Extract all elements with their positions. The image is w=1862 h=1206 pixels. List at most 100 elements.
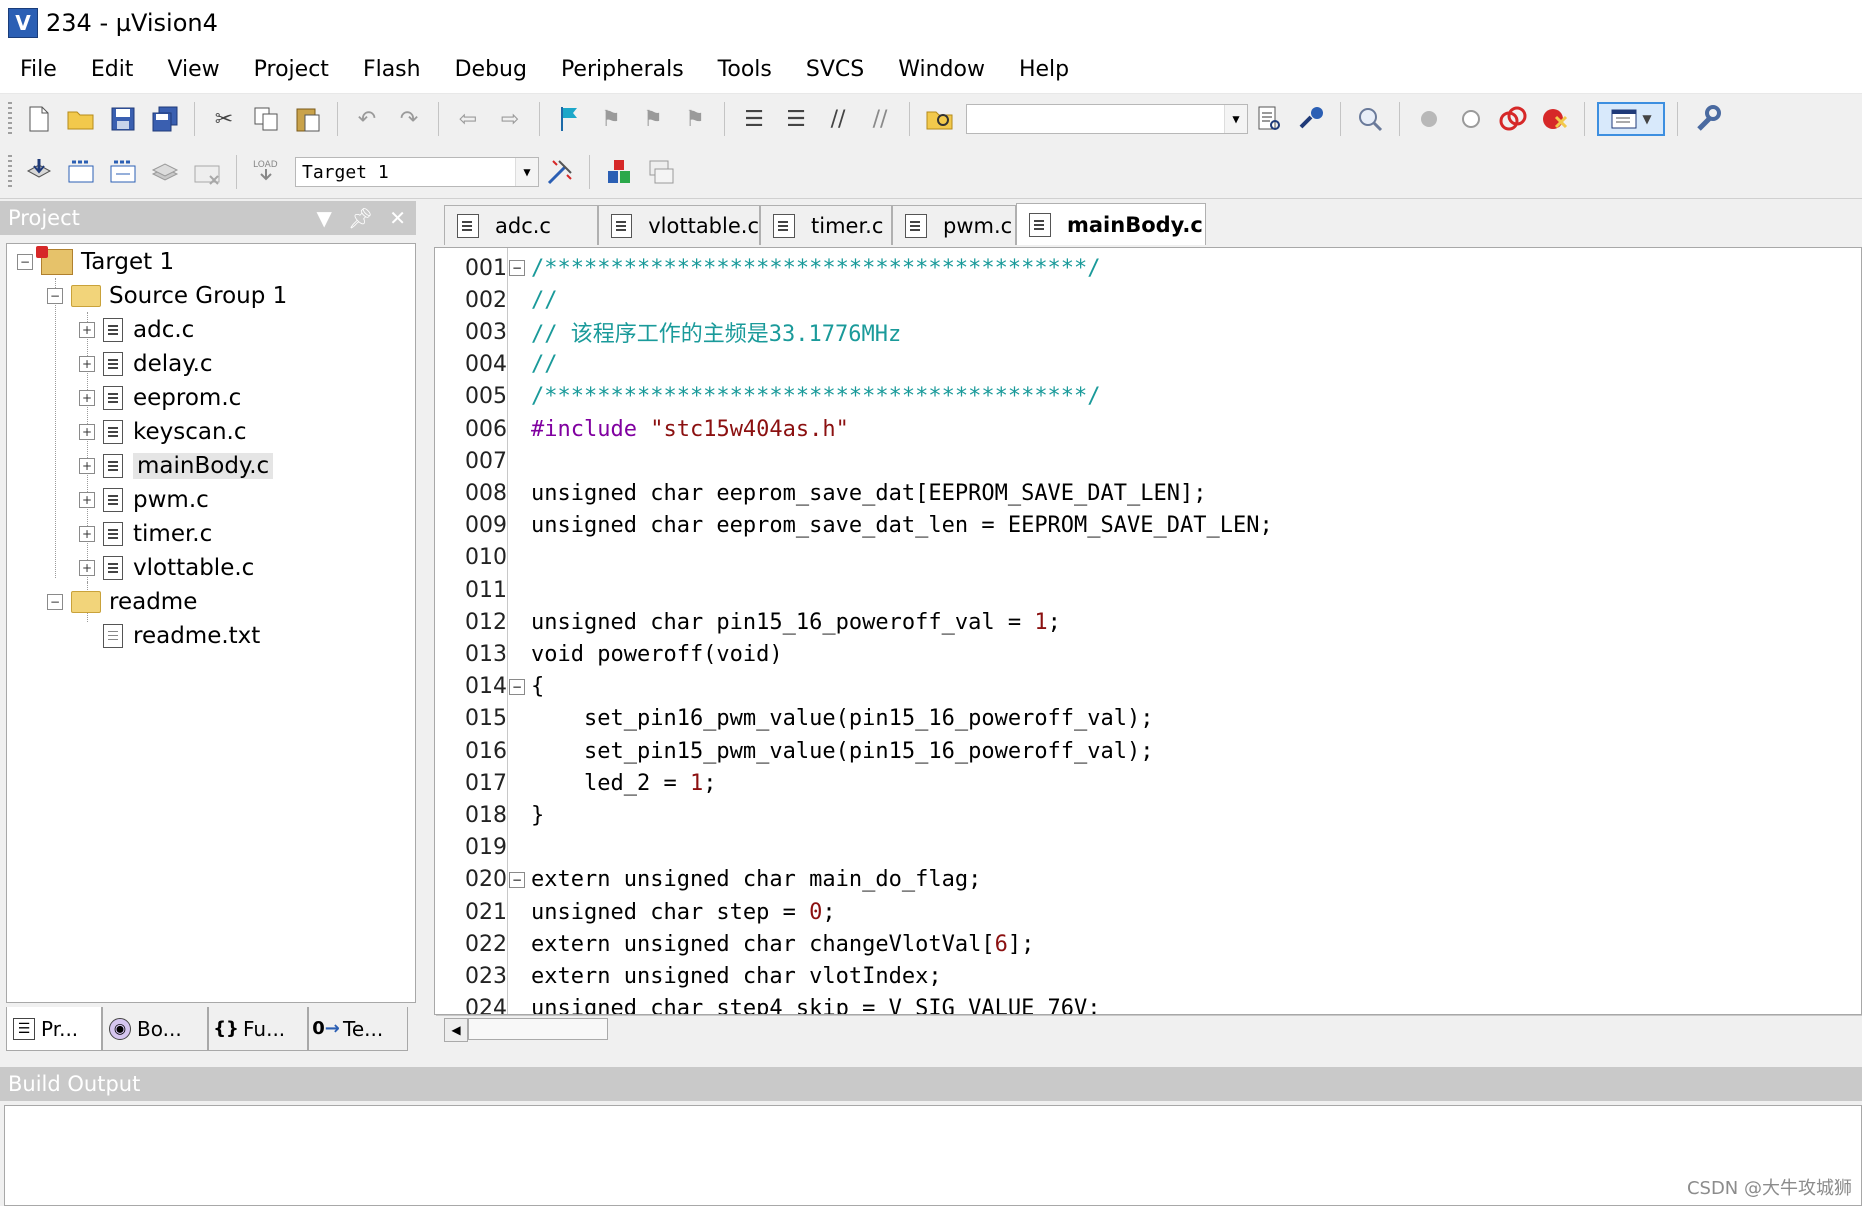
code-line[interactable]: 002 // [435, 284, 1855, 316]
scroll-left-icon[interactable]: ◀ [444, 1018, 468, 1042]
fold-collapse-icon[interactable]: − [509, 260, 525, 276]
tree-item-file[interactable]: + eeprom.c [79, 380, 241, 416]
code-line[interactable]: 013 void poweroff(void) [435, 638, 1855, 670]
tab-timer-c[interactable]: timer.c [760, 205, 892, 245]
code-line[interactable]: 023 extern unsigned char vlotIndex; [435, 960, 1855, 992]
tree-item-file[interactable]: + pwm.c [79, 482, 209, 518]
uncomment-selection-icon[interactable]: // [863, 102, 897, 136]
code-line[interactable]: 005 /************************************… [435, 381, 1855, 413]
tree-item-file[interactable]: + timer.c [79, 516, 212, 552]
find-combo[interactable]: ▼ [966, 104, 1248, 134]
build-output-area[interactable] [4, 1105, 1862, 1206]
menu-edit[interactable]: Edit [77, 57, 148, 82]
tree-item-source-group[interactable]: − Source Group 1 [47, 278, 287, 314]
chevron-down-icon[interactable]: ▼ [1224, 105, 1247, 133]
chevron-down-icon[interactable]: ▼ [515, 158, 538, 186]
code-line[interactable]: 017 led_2 = 1; [435, 767, 1855, 799]
menu-debug[interactable]: Debug [441, 57, 541, 82]
menu-tools[interactable]: Tools [704, 57, 786, 82]
configure-wrench-icon[interactable] [1690, 102, 1724, 136]
redo-icon[interactable]: ↷ [392, 102, 426, 136]
manage-components-icon[interactable] [602, 155, 636, 189]
target-options-icon[interactable] [543, 155, 577, 189]
clear-bookmarks-icon[interactable]: ⚑ [678, 102, 712, 136]
menu-window[interactable]: Window [884, 57, 999, 82]
chevron-down-icon[interactable]: ▼ [316, 206, 331, 230]
debug-session-icon[interactable] [1294, 102, 1328, 136]
menu-help[interactable]: Help [1005, 57, 1083, 82]
code-line[interactable]: 003 // 该程序工作的主频是33.1776MHz [435, 316, 1855, 348]
file-extensions-icon[interactable] [644, 155, 678, 189]
indent-icon[interactable]: ☰ [737, 102, 771, 136]
collapse-icon[interactable]: − [47, 594, 63, 610]
fold-collapse-icon[interactable]: − [509, 678, 525, 695]
tree-item-file[interactable]: + keyscan.c [79, 414, 247, 450]
translate-icon[interactable] [22, 155, 56, 189]
tab-mainbody-c[interactable]: mainBody.c [1016, 203, 1206, 245]
code-line[interactable]: 009 unsigned char eeprom_save_dat_len = E… [435, 510, 1855, 542]
copy-icon[interactable] [249, 102, 283, 136]
menu-project[interactable]: Project [240, 57, 343, 82]
tab-books[interactable]: ◉ Bo... [102, 1007, 208, 1051]
collapse-icon[interactable]: − [47, 288, 63, 304]
code-line[interactable]: 008 unsigned char eeprom_save_dat[EEPROM_… [435, 477, 1855, 509]
menu-file[interactable]: File [6, 57, 71, 82]
tab-adc-c[interactable]: adc.c [444, 205, 598, 245]
find-in-files-icon[interactable] [922, 102, 956, 136]
expand-icon[interactable]: + [79, 356, 95, 372]
expand-icon[interactable]: + [79, 390, 95, 406]
navigate-forward-icon[interactable]: ⇨ [493, 102, 527, 136]
code-line[interactable]: 022 extern unsigned char changeVlotVal[6]… [435, 928, 1855, 960]
code-line[interactable]: 004 // [435, 349, 1855, 381]
build-icon[interactable] [64, 155, 98, 189]
tree-item-file[interactable]: readme.txt [103, 618, 260, 654]
expand-icon[interactable]: + [79, 526, 95, 542]
tab-project[interactable]: ☰ Pr... [6, 1007, 102, 1051]
comment-selection-icon[interactable]: // [821, 102, 855, 136]
code-line[interactable]: 020− extern unsigned char main_do_flag; [435, 864, 1855, 896]
batch-build-icon[interactable] [148, 155, 182, 189]
previous-bookmark-icon[interactable]: ⚑ [594, 102, 628, 136]
code-line[interactable]: 006 #include "stc15w404as.h" [435, 413, 1855, 445]
menu-flash[interactable]: Flash [349, 57, 435, 82]
tab-pwm-c[interactable]: pwm.c [892, 205, 1016, 245]
code-line[interactable]: 016 set_pin15_pwm_value(pin15_16_powerof… [435, 735, 1855, 767]
next-bookmark-icon[interactable]: ⚑ [636, 102, 670, 136]
paste-icon[interactable] [291, 102, 325, 136]
new-file-icon[interactable] [22, 102, 56, 136]
target-select[interactable]: Target 1 ▼ [295, 157, 539, 187]
navigate-back-icon[interactable]: ⇦ [451, 102, 485, 136]
code-line[interactable]: 019 [435, 832, 1855, 864]
menu-view[interactable]: View [153, 57, 233, 82]
save-icon[interactable] [106, 102, 140, 136]
code-line[interactable]: 001−/***********************************… [435, 252, 1855, 284]
stop-build-icon[interactable] [190, 155, 224, 189]
incremental-find-icon[interactable] [1252, 102, 1286, 136]
breakpoint-enable-icon[interactable] [1454, 102, 1488, 136]
tree-item-readme-group[interactable]: − readme [47, 584, 197, 620]
fold-collapse-icon[interactable]: − [509, 871, 525, 888]
expand-icon[interactable]: + [79, 492, 95, 508]
rebuild-icon[interactable] [106, 155, 140, 189]
collapse-icon[interactable]: − [17, 254, 33, 270]
pin-icon[interactable]: 📌︎ [348, 206, 373, 230]
code-line[interactable]: 014−{ [435, 671, 1855, 703]
tab-functions[interactable]: {} Fu... [208, 1007, 308, 1051]
code-line[interactable]: 007 [435, 445, 1855, 477]
chevron-down-icon[interactable]: ▼ [1642, 112, 1651, 126]
toolbar-grip[interactable] [8, 155, 12, 189]
tab-vlottable-c[interactable]: vlottable.c [598, 205, 760, 245]
zoom-search-icon[interactable] [1353, 102, 1387, 136]
unindent-icon[interactable]: ☰ [779, 102, 813, 136]
cut-icon[interactable]: ✂ [207, 102, 241, 136]
tree-item-file[interactable]: + delay.c [79, 346, 213, 382]
uvision-app-icon[interactable]: V [8, 7, 38, 38]
code-line[interactable]: 024 unsigned char step4_skip = V_SIG_VALU… [435, 993, 1855, 1014]
download-load-icon[interactable]: LOAD [249, 155, 283, 189]
expand-icon[interactable]: + [79, 424, 95, 440]
code-line[interactable]: 018} [435, 799, 1855, 831]
window-layout-icon[interactable]: ▼ [1597, 102, 1665, 136]
expand-icon[interactable]: + [79, 560, 95, 576]
tab-templates[interactable]: 0 → Te... [308, 1007, 408, 1051]
code-line[interactable]: 015 set_pin16_pwm_value(pin15_16_powerof… [435, 703, 1855, 735]
